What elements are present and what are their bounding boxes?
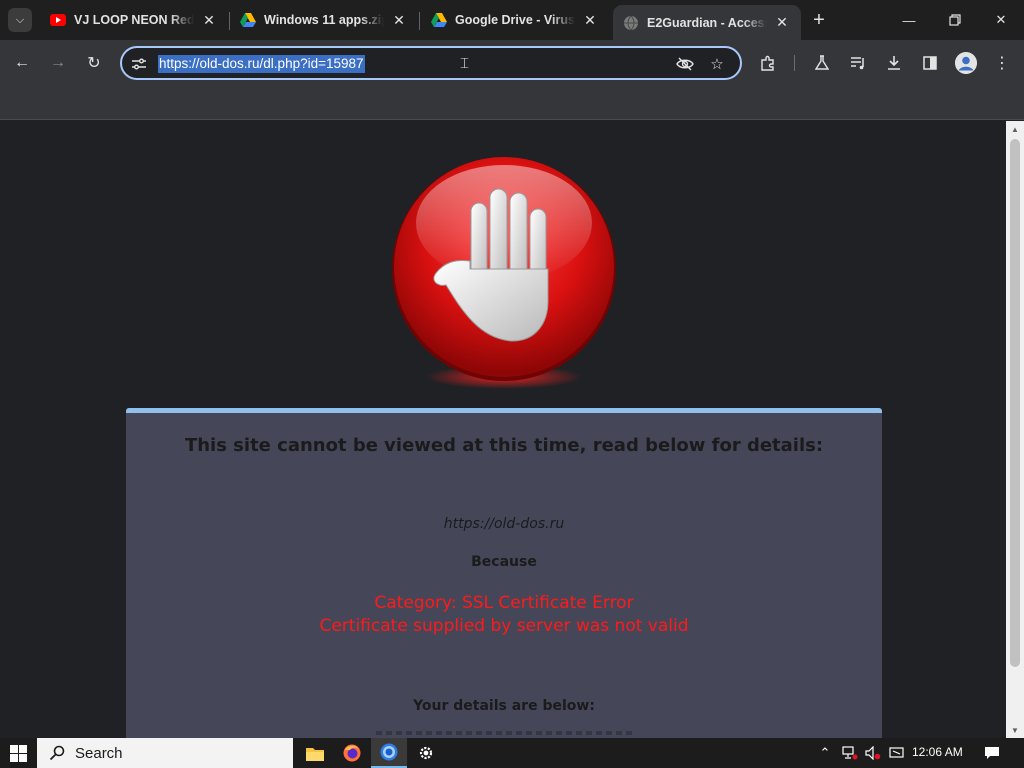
block-category: Category: SSL Certificate Error: [374, 593, 634, 613]
arrow-right-icon: →: [50, 54, 66, 71]
download-icon: [888, 56, 900, 70]
tab-close-icon[interactable]: ✕: [200, 11, 218, 29]
reload-button[interactable]: ↻: [82, 51, 106, 75]
scroll-up-icon[interactable]: ▲: [1006, 121, 1024, 137]
tab-close-icon[interactable]: ✕: [773, 14, 791, 32]
address-text[interactable]: https://old-dos.ru/dl.php?id=15987: [158, 55, 365, 73]
youtube-icon: [50, 12, 66, 28]
side-panel-button[interactable]: [918, 51, 942, 75]
tab-title: Windows 11 apps.zip -: [264, 13, 384, 27]
chrome-icon: [380, 743, 398, 761]
firefox-icon: [343, 744, 361, 762]
tab-windows-apps[interactable]: Windows 11 apps.zip - ✕: [230, 4, 418, 36]
person-icon: [955, 52, 977, 74]
taskbar-search[interactable]: Search: [37, 738, 293, 768]
tab-close-icon[interactable]: ✕: [390, 11, 408, 29]
minimize-button[interactable]: —: [895, 6, 923, 34]
tab-strip: ⌵ VJ LOOP NEON Red M ✕ Windows 11 apps.z…: [0, 0, 1024, 40]
tab-youtube[interactable]: VJ LOOP NEON Red M ✕: [40, 4, 228, 36]
taskbar-firefox[interactable]: [334, 738, 370, 768]
system-clock[interactable]: 12:06 AM: [912, 745, 963, 759]
close-window-button[interactable]: ✕: [987, 6, 1015, 34]
extensions-button[interactable]: [756, 51, 780, 75]
labs-button[interactable]: [810, 51, 834, 75]
bookmark-bar: [0, 86, 1024, 120]
because-label: Because: [471, 554, 537, 570]
block-reason: Certificate supplied by server was not v…: [319, 616, 689, 636]
toolbar-divider: [794, 55, 795, 71]
stop-hand-icon: [392, 157, 616, 389]
forward-button[interactable]: →: [46, 51, 70, 75]
page-scrollbar[interactable]: ▲ ▼: [1006, 121, 1024, 738]
tab-search-button[interactable]: ⌵: [8, 8, 32, 32]
search-label: Search: [75, 744, 123, 762]
google-drive-icon: [431, 12, 447, 28]
windows-logo-icon: [9, 744, 27, 762]
battery-warning-icon[interactable]: [887, 743, 907, 763]
notifications-icon[interactable]: [982, 743, 1002, 763]
taskbar: Search ⌃ 12:06 AM: [0, 738, 1024, 768]
close-icon: ✕: [995, 12, 1007, 27]
reload-icon: ↻: [87, 55, 101, 72]
downloads-button[interactable]: [882, 51, 906, 75]
minimize-icon: —: [902, 12, 916, 28]
new-tab-button[interactable]: +: [809, 10, 829, 30]
tray-chevron-up-icon[interactable]: ⌃: [815, 743, 835, 763]
tab-title: E2Guardian - Access D: [647, 15, 767, 30]
network-icon[interactable]: [840, 743, 860, 763]
settings-icon: [419, 746, 433, 760]
restore-button[interactable]: [941, 6, 969, 34]
taskbar-settings[interactable]: [408, 738, 444, 768]
eye-off-icon[interactable]: [676, 55, 694, 73]
taskbar-chrome[interactable]: [371, 738, 407, 768]
page-title: This site cannot be viewed at this time,…: [184, 435, 824, 456]
details-heading: Your details are below:: [413, 698, 595, 714]
volume-muted-icon[interactable]: [863, 743, 883, 763]
globe-icon: [623, 15, 639, 31]
arrow-left-icon: ←: [14, 54, 30, 71]
tab-close-icon[interactable]: ✕: [581, 11, 599, 29]
block-message-panel: This site cannot be viewed at this time,…: [126, 408, 882, 738]
start-button[interactable]: [0, 738, 36, 768]
tab-title: VJ LOOP NEON Red M: [74, 13, 194, 27]
scroll-down-icon[interactable]: ▼: [1006, 722, 1024, 738]
chevron-down-icon: ⌵: [15, 13, 25, 26]
plus-icon: +: [813, 9, 825, 31]
more-vertical-icon: ⋮: [994, 55, 1010, 72]
details-line-cut-off: [376, 731, 632, 735]
google-drive-icon: [240, 12, 256, 28]
media-controls-button[interactable]: [846, 51, 870, 75]
taskbar-file-explorer[interactable]: [297, 738, 333, 768]
tab-e2guardian[interactable]: E2Guardian - Access D ✕: [613, 5, 801, 40]
search-icon: [47, 743, 67, 763]
page-content: This site cannot be viewed at this time,…: [0, 121, 1006, 738]
tab-title: Google Drive - Virus s: [455, 13, 575, 27]
menu-button[interactable]: ⋮: [990, 51, 1014, 75]
file-explorer-icon: [306, 747, 324, 761]
text-cursor-icon: ⌶: [460, 55, 470, 72]
profile-avatar[interactable]: [955, 52, 977, 74]
site-info-icon[interactable]: [130, 55, 148, 73]
blocked-url: https://old-dos.ru: [443, 516, 565, 532]
music-queue-icon: [851, 57, 864, 70]
side-panel-icon: [923, 56, 937, 70]
address-bar[interactable]: https://old-dos.ru/dl.php?id=15987 ⌶ ☆: [120, 46, 742, 80]
restore-icon: [949, 14, 961, 26]
flask-icon: [815, 55, 829, 70]
back-button[interactable]: ←: [10, 51, 34, 75]
bookmark-star-icon[interactable]: ☆: [708, 55, 726, 73]
tab-separator: [419, 12, 420, 30]
browser-toolbar: ← → ↻ https://old-dos.ru/dl.php?id=15987…: [0, 40, 1024, 86]
puzzle-icon: [761, 55, 774, 71]
scrollbar-thumb[interactable]: [1010, 139, 1020, 667]
tab-google-drive[interactable]: Google Drive - Virus s ✕: [421, 4, 609, 36]
